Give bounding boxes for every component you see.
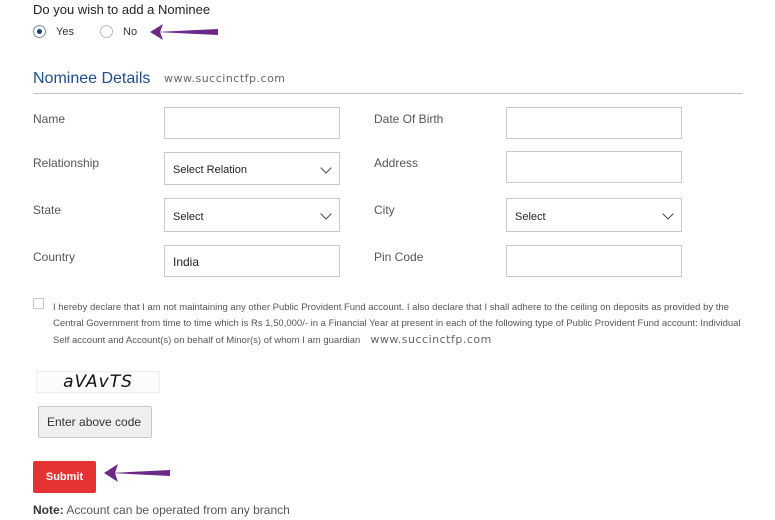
- radio-yes[interactable]: [33, 25, 46, 38]
- watermark-text: www.succinctfp.com: [164, 72, 286, 85]
- chevron-down-icon: [662, 208, 674, 220]
- captcha-input[interactable]: Enter above code: [38, 406, 152, 438]
- city-select[interactable]: Select: [506, 198, 682, 232]
- section-title: Nominee Details: [33, 70, 151, 87]
- city-value: Select: [515, 211, 546, 223]
- dob-label: Date Of Birth: [374, 112, 444, 126]
- chevron-down-icon: [320, 162, 332, 174]
- watermark-text: www.succinctfp.com: [370, 333, 492, 346]
- note-prefix: Note:: [33, 503, 64, 517]
- radio-no-label[interactable]: No: [123, 26, 137, 38]
- state-select[interactable]: Select: [164, 198, 340, 232]
- name-input[interactable]: [164, 107, 340, 139]
- submit-button[interactable]: Submit: [33, 461, 96, 493]
- city-label: City: [374, 203, 395, 217]
- name-label: Name: [33, 112, 66, 126]
- declaration-text: I hereby declare that I am not maintaini…: [53, 300, 743, 349]
- pincode-input[interactable]: [506, 245, 682, 277]
- address-input[interactable]: [506, 151, 682, 183]
- pincode-label: Pin Code: [374, 250, 424, 264]
- arrow-left-icon: [104, 464, 170, 482]
- footer-note: Note: Account can be operated from any b…: [33, 503, 290, 517]
- section-divider: [33, 93, 743, 94]
- relationship-label: Relationship: [33, 156, 100, 170]
- chevron-down-icon: [320, 208, 332, 220]
- state-value: Select: [173, 211, 204, 223]
- declaration-checkbox[interactable]: [33, 298, 44, 309]
- radio-no[interactable]: [100, 25, 113, 38]
- relationship-value: Select Relation: [173, 164, 247, 176]
- country-input[interactable]: India: [164, 245, 340, 277]
- address-label: Address: [374, 156, 419, 170]
- country-label: Country: [33, 250, 76, 264]
- state-label: State: [33, 203, 62, 217]
- relationship-select[interactable]: Select Relation: [164, 152, 340, 185]
- arrow-left-icon: [150, 24, 218, 40]
- note-text: Account can be operated from any branch: [63, 503, 290, 517]
- captcha-image: aVAvTS: [36, 371, 160, 393]
- radio-yes-label[interactable]: Yes: [56, 26, 74, 38]
- country-value: India: [173, 255, 200, 269]
- nominee-question: Do you wish to add a Nominee: [33, 2, 211, 17]
- dob-input[interactable]: [506, 107, 682, 139]
